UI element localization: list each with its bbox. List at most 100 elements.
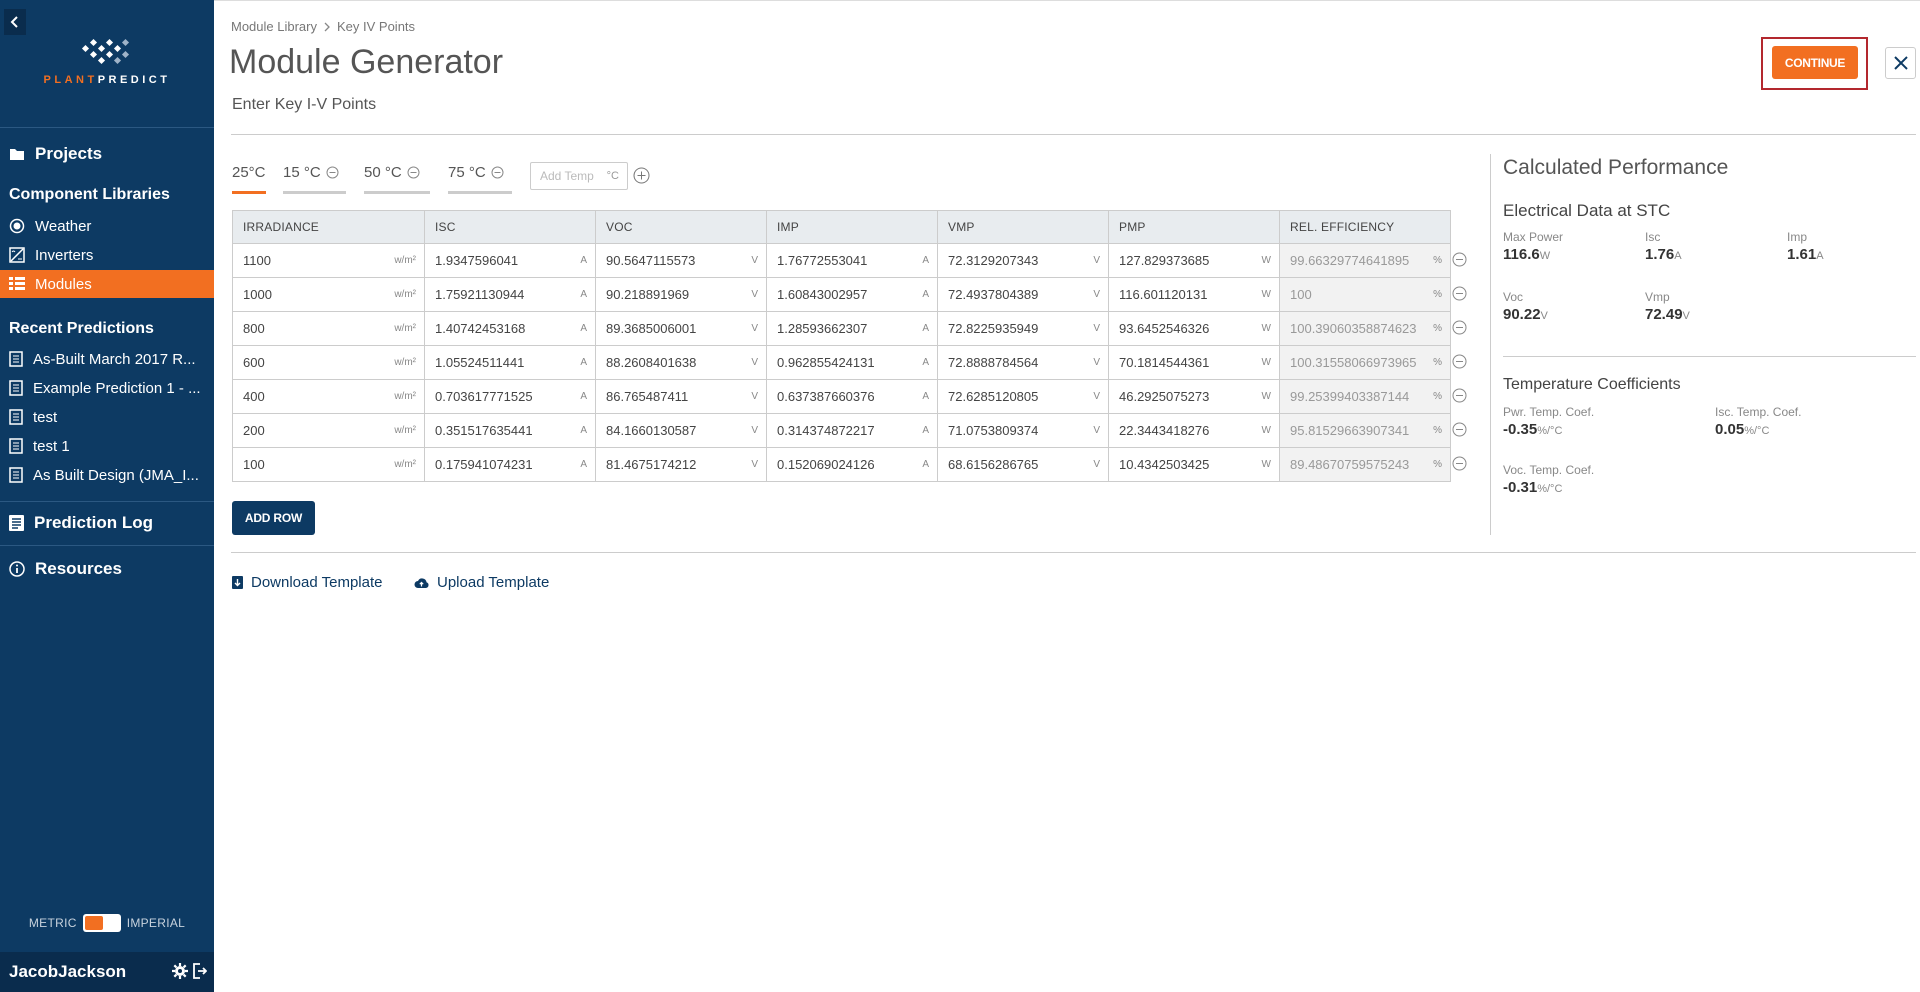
download-template-link[interactable]: Download Template <box>232 574 382 591</box>
remove-temp-icon[interactable] <box>491 166 504 179</box>
remove-row-icon[interactable] <box>1452 320 1467 335</box>
table-cell-isc[interactable]: 0.703617771525 A <box>424 379 596 414</box>
remove-row-icon[interactable] <box>1452 354 1467 369</box>
nav-weather[interactable]: Weather <box>0 212 214 240</box>
table-cell-pmp[interactable]: 70.1814544361 W <box>1108 345 1280 380</box>
table-cell-vmp[interactable]: 72.3129207343 V <box>937 243 1109 278</box>
gear-icon[interactable] <box>172 963 188 979</box>
metric-value: 1.61 <box>1787 246 1817 263</box>
table-cell-vmp[interactable]: 72.6285120805 V <box>937 379 1109 414</box>
metric-label: METRIC <box>28 916 77 930</box>
close-button[interactable] <box>1885 47 1916 79</box>
tab-temp-25[interactable]: 25°C <box>232 164 266 194</box>
table-cell-isc[interactable]: 1.05524511441 A <box>424 345 596 380</box>
recent-prediction-item[interactable]: Example Prediction 1 - ... <box>0 374 214 402</box>
add-row-button[interactable]: ADD ROW <box>232 501 315 535</box>
tab-temp-50[interactable]: 50 °C <box>364 164 430 194</box>
cell-value: 90.218891969 <box>606 287 690 302</box>
table-cell-vmp[interactable]: 72.8888784564 V <box>937 345 1109 380</box>
table-row: 600 w/m² 1.05524511441 A 88.2608401638 V 0.962… <box>232 345 1451 380</box>
recent-prediction-item[interactable]: test <box>0 403 214 431</box>
table-cell-irradiance[interactable]: 1000 w/m² <box>232 277 425 312</box>
table-cell-imp[interactable]: 0.637387660376 A <box>766 379 938 414</box>
recent-prediction-item[interactable]: As-Built March 2017 R... <box>0 345 214 373</box>
tab-temp-75[interactable]: 75 °C <box>448 164 512 194</box>
tab-temp-15[interactable]: 15 °C <box>283 164 346 194</box>
table-cell-pmp[interactable]: 93.6452546326 W <box>1108 311 1280 346</box>
logo[interactable]: PLANTPREDICT <box>0 36 214 86</box>
metric-voc: Voc 90.22V <box>1503 290 1548 323</box>
cell-unit: % <box>1433 289 1442 300</box>
table-cell-imp[interactable]: 1.28593662307 A <box>766 311 938 346</box>
table-cell-imp[interactable]: 1.76772553041 A <box>766 243 938 278</box>
table-cell-imp[interactable]: 0.152069024126 A <box>766 447 938 482</box>
table-cell-irradiance[interactable]: 1100 w/m² <box>232 243 425 278</box>
add-temp-plus-icon[interactable] <box>633 167 650 184</box>
table-cell-irradiance[interactable]: 100 w/m² <box>232 447 425 482</box>
remove-row-icon[interactable] <box>1452 422 1467 437</box>
nav-modules[interactable]: Modules <box>0 270 214 298</box>
table-cell-pmp[interactable]: 22.3443418276 W <box>1108 413 1280 448</box>
breadcrumb-module-library[interactable]: Module Library <box>231 19 317 34</box>
table-cell-isc[interactable]: 1.40742453168 A <box>424 311 596 346</box>
table-cell-voc[interactable]: 90.218891969 V <box>595 277 767 312</box>
table-cell-isc[interactable]: 0.175941074231 A <box>424 447 596 482</box>
remove-row-icon[interactable] <box>1452 252 1467 267</box>
table-cell-imp[interactable]: 1.60843002957 A <box>766 277 938 312</box>
nav-inverters[interactable]: Inverters <box>0 241 214 269</box>
metric-isc: Isc 1.76A <box>1645 230 1682 263</box>
table-row: 1100 w/m² 1.9347596041 A 90.5647115573 V 1.767… <box>232 243 1451 278</box>
table-cell-imp[interactable]: 0.962855424131 A <box>766 345 938 380</box>
table-cell-voc[interactable]: 88.2608401638 V <box>595 345 767 380</box>
table-cell-voc[interactable]: 84.1660130587 V <box>595 413 767 448</box>
nav-resources[interactable]: Resources <box>0 554 214 584</box>
grid-icon <box>9 277 25 290</box>
log-icon <box>9 515 24 531</box>
table-cell-pmp[interactable]: 127.829373685 W <box>1108 243 1280 278</box>
table-cell-vmp[interactable]: 72.4937804389 V <box>937 277 1109 312</box>
document-icon <box>9 380 23 396</box>
metric-value: 90.22 <box>1503 306 1541 323</box>
table-cell-pmp[interactable]: 10.4342503425 W <box>1108 447 1280 482</box>
metric-value: 72.49 <box>1645 306 1683 323</box>
continue-button[interactable]: CONTINUE <box>1772 46 1858 79</box>
cell-unit: V <box>1093 323 1100 334</box>
nav-projects[interactable]: Projects <box>0 139 214 169</box>
table-cell-voc[interactable]: 81.4675174212 V <box>595 447 767 482</box>
unit-toggle-switch[interactable] <box>82 914 121 932</box>
section-component-libraries: Component Libraries <box>9 186 170 203</box>
table-cell-voc[interactable]: 86.765487411 V <box>595 379 767 414</box>
table-cell-pmp[interactable]: 46.2925075273 W <box>1108 379 1280 414</box>
remove-temp-icon[interactable] <box>407 166 420 179</box>
table-cell-vmp[interactable]: 68.6156286765 V <box>937 447 1109 482</box>
remove-row-icon[interactable] <box>1452 456 1467 471</box>
sidebar-divider <box>0 127 214 128</box>
table-cell-irradiance[interactable]: 200 w/m² <box>232 413 425 448</box>
table-cell-irradiance[interactable]: 600 w/m² <box>232 345 425 380</box>
collapse-sidebar-button[interactable] <box>4 9 26 35</box>
recent-prediction-item[interactable]: As Built Design (JMA_I... <box>0 461 214 489</box>
remove-row-icon[interactable] <box>1452 388 1467 403</box>
nav-prediction-log[interactable]: Prediction Log <box>0 508 214 538</box>
table-cell-pmp[interactable]: 116.601120131 W <box>1108 277 1280 312</box>
cell-value: 1.60843002957 <box>777 287 868 302</box>
table-cell-irradiance[interactable]: 800 w/m² <box>232 311 425 346</box>
table-cell-voc[interactable]: 89.3685006001 V <box>595 311 767 346</box>
table-cell-imp[interactable]: 0.314374872217 A <box>766 413 938 448</box>
logout-icon[interactable] <box>192 963 207 979</box>
cell-unit: % <box>1433 255 1442 266</box>
table-cell-voc[interactable]: 90.5647115573 V <box>595 243 767 278</box>
upload-template-link[interactable]: Upload Template <box>414 574 549 591</box>
recent-prediction-item[interactable]: test 1 <box>0 432 214 460</box>
table-cell-vmp[interactable]: 72.8225935949 V <box>937 311 1109 346</box>
table-cell-vmp[interactable]: 71.0753809374 V <box>937 413 1109 448</box>
add-temp-input[interactable]: Add Temp °C <box>530 162 628 190</box>
divider <box>1503 356 1916 357</box>
remove-temp-icon[interactable] <box>326 166 339 179</box>
cell-value: 72.8888784564 <box>948 355 1039 370</box>
table-cell-irradiance[interactable]: 400 w/m² <box>232 379 425 414</box>
table-cell-isc[interactable]: 1.9347596041 A <box>424 243 596 278</box>
table-cell-isc[interactable]: 1.75921130944 A <box>424 277 596 312</box>
remove-row-icon[interactable] <box>1452 286 1467 301</box>
table-cell-isc[interactable]: 0.351517635441 A <box>424 413 596 448</box>
